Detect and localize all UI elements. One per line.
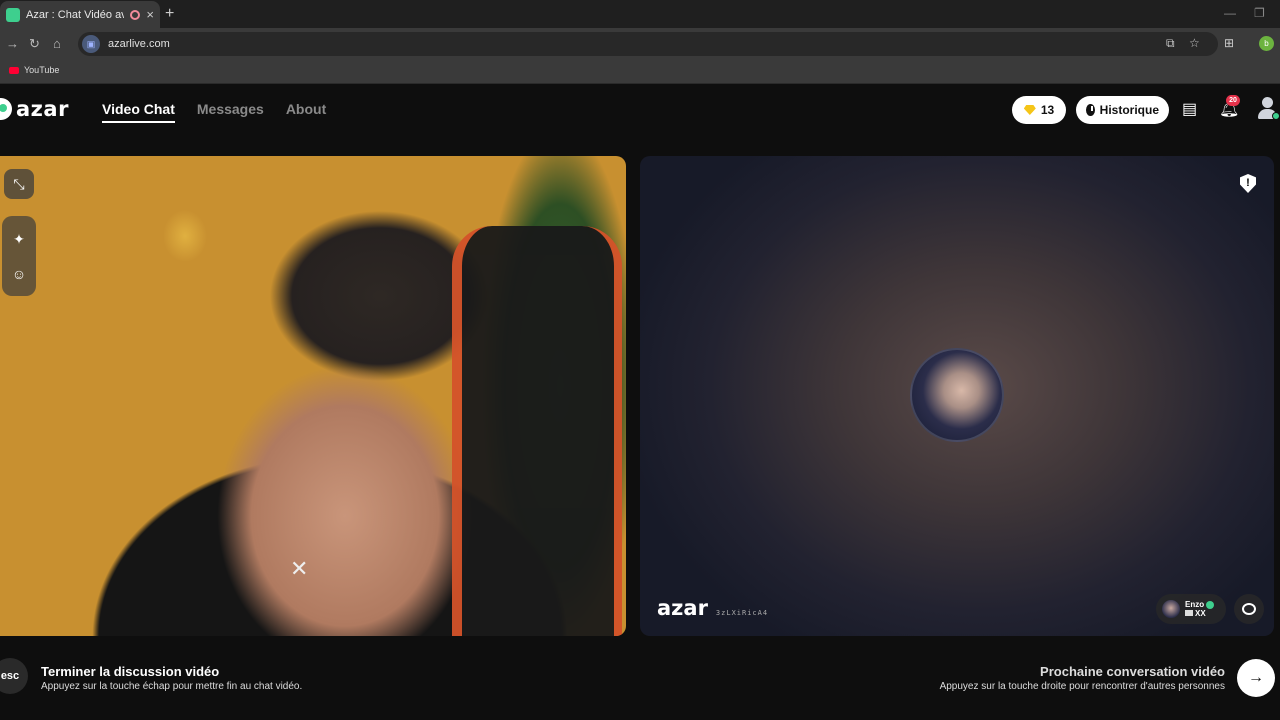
partner-profile-chip[interactable]: Enzo XX: [1156, 594, 1226, 624]
clock-icon: [1086, 104, 1095, 116]
shirt-logo-icon: ✕: [290, 556, 309, 581]
gems-count: 13: [1040, 103, 1055, 117]
next-chat-button[interactable]: →: [1237, 659, 1275, 697]
extensions-icon[interactable]: ⊞: [1224, 36, 1234, 50]
remote-video: ! azar 3zLXiRicA4 Enzo XX: [640, 156, 1274, 636]
avatar-head: [1262, 97, 1273, 108]
main-nav: Video Chat Messages About: [102, 101, 326, 123]
end-chat-hint: Appuyez sur la touche échap pour mettre …: [41, 681, 303, 692]
user-avatar[interactable]: [1256, 97, 1280, 121]
new-tab-button[interactable]: +: [165, 5, 174, 23]
nav-video-chat[interactable]: Video Chat: [102, 101, 175, 123]
bookmark-youtube[interactable]: YouTube: [9, 65, 59, 75]
report-shield-icon[interactable]: !: [1240, 174, 1256, 193]
azar-app: azar Video Chat Messages About 13 Histor…: [0, 85, 1280, 720]
gaming-chair: [452, 226, 622, 636]
remote-watermark: azar 3zLXiRicA4: [657, 596, 768, 620]
end-chat-title: Terminer la discussion vidéo: [41, 664, 220, 679]
partner-thumbnail: [1162, 600, 1180, 618]
partner-avatar: [910, 348, 1004, 442]
notification-badge: 20: [1226, 95, 1240, 106]
forward-icon[interactable]: →: [6, 36, 19, 51]
end-chat-button[interactable]: esc: [0, 658, 28, 694]
browser-tab-azar[interactable]: Azar : Chat Vidéo avec de n ×: [0, 1, 160, 28]
address-bar[interactable]: ▣ azarlive.com: [78, 32, 1218, 56]
chat-bubble-icon: [1242, 603, 1256, 615]
azar-logo[interactable]: azar: [0, 97, 69, 121]
browser-tab-bar: Azar : Chat Vidéo avec de n × + — ❐: [0, 0, 1280, 28]
browser-toolbar: → ↻ ⌂ ▣ azarlive.com ⧉ ☆ ⊞: [0, 28, 1280, 60]
browser-profile-avatar[interactable]: b: [1259, 36, 1274, 51]
partner-country: XX: [1195, 609, 1206, 618]
close-tab-icon[interactable]: ×: [146, 7, 154, 22]
tab-title: Azar : Chat Vidéo avec de n: [26, 8, 125, 21]
history-label: Historique: [1099, 103, 1159, 117]
gem-icon: [1023, 105, 1036, 115]
site-info-icon[interactable]: ▣: [82, 35, 100, 53]
partner-name: Enzo: [1185, 600, 1205, 609]
azar-logo-mark-icon: [0, 98, 12, 120]
history-button[interactable]: Historique: [1076, 96, 1169, 124]
nav-messages[interactable]: Messages: [197, 101, 264, 123]
next-chat-title: Prochaine conversation vidéo: [1040, 664, 1225, 679]
youtube-icon: [9, 66, 19, 74]
minimize-video-icon[interactable]: ⤡: [4, 169, 34, 199]
home-icon[interactable]: ⌂: [53, 36, 61, 51]
shop-icon[interactable]: ▤: [1182, 99, 1197, 119]
restore-window-icon[interactable]: ❐: [1254, 6, 1265, 20]
online-status-icon: [1272, 112, 1280, 120]
face-filter-icon[interactable]: ☺: [4, 259, 34, 289]
bookmarks-bar: YouTube: [0, 60, 1280, 84]
verified-icon: [1206, 600, 1215, 609]
install-app-icon[interactable]: ⧉: [1166, 36, 1175, 51]
gems-button[interactable]: 13: [1012, 96, 1066, 124]
reload-icon[interactable]: ↻: [29, 36, 40, 52]
magic-wand-icon[interactable]: ✦: [4, 224, 34, 254]
logo-text: azar: [16, 97, 69, 121]
partner-user-id: 3zLXiRicA4: [715, 609, 769, 617]
recording-indicator-icon: [130, 9, 141, 20]
local-video: ✕ ⤡ ✦ ☺: [0, 156, 626, 636]
partner-info: Enzo XX: [1185, 600, 1215, 618]
nav-about[interactable]: About: [286, 101, 326, 123]
flag-icon: [1185, 610, 1193, 616]
bookmark-star-icon[interactable]: ☆: [1189, 36, 1200, 50]
watermark-logo: azar: [657, 596, 708, 620]
url-text: azarlive.com: [108, 38, 170, 50]
bookmark-label: YouTube: [24, 65, 60, 75]
minimize-window-icon[interactable]: —: [1224, 6, 1236, 20]
azar-favicon-icon: [6, 7, 20, 22]
chat-button[interactable]: [1234, 594, 1264, 624]
next-chat-hint: Appuyez sur la touche droite pour rencon…: [939, 681, 1225, 692]
